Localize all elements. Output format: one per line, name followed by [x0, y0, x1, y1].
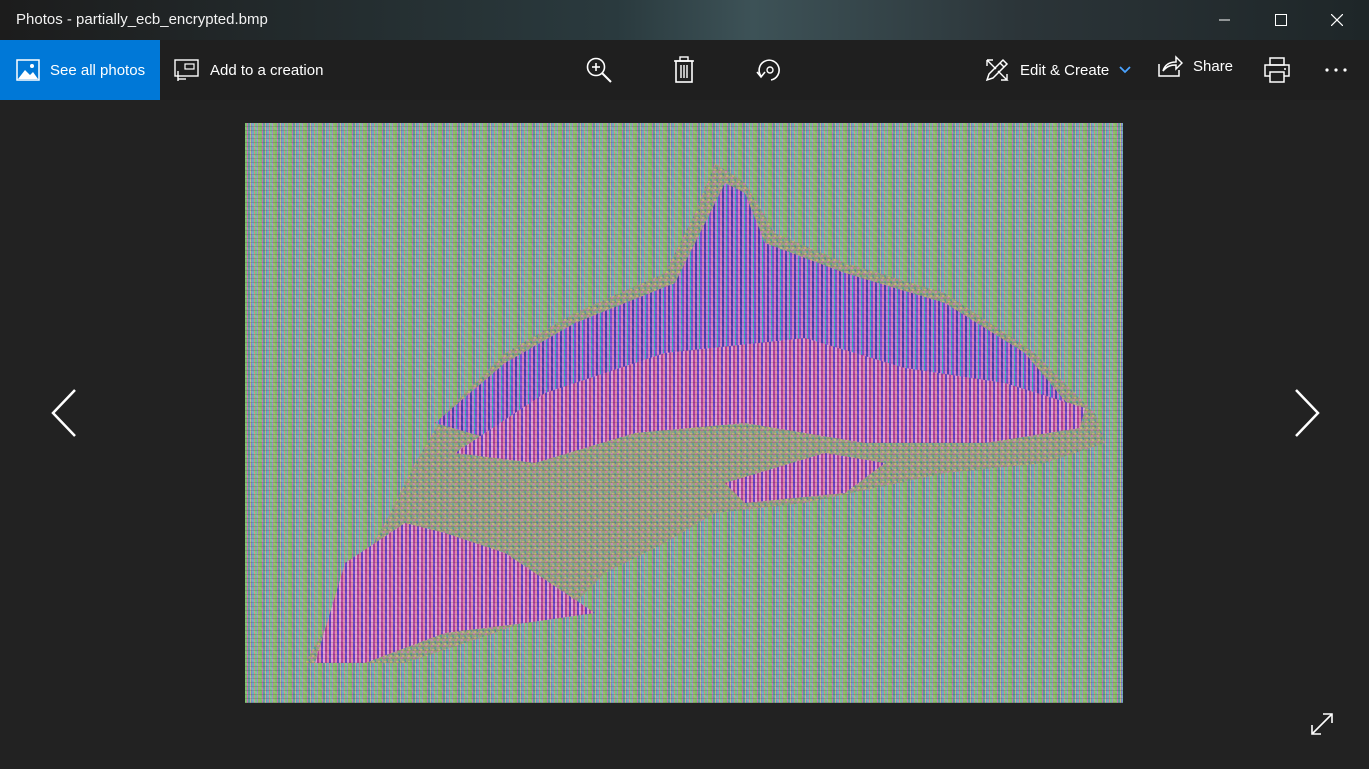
zoom-in-icon: [586, 57, 612, 83]
see-all-photos-button[interactable]: See all photos: [0, 40, 160, 100]
next-photo-button[interactable]: [1287, 383, 1327, 443]
print-icon: [1264, 57, 1290, 83]
displayed-photo: [245, 123, 1123, 703]
rotate-button[interactable]: [751, 52, 787, 88]
window-title: Photos - partially_ecb_encrypted.bmp: [16, 11, 268, 28]
title-bar[interactable]: Photos - partially_ecb_encrypted.bmp: [0, 0, 1369, 40]
maximize-button[interactable]: [1252, 0, 1310, 40]
fullscreen-button[interactable]: [1306, 708, 1338, 740]
chevron-left-icon: [51, 389, 76, 437]
trash-icon: [674, 56, 694, 83]
minimize-button[interactable]: [1196, 0, 1254, 40]
chevron-right-icon: [1295, 389, 1320, 437]
add-to-creation-button[interactable]: Add to a creation: [174, 40, 323, 100]
maximize-icon: [1275, 14, 1287, 26]
edit-create-label: Edit & Create: [1020, 61, 1110, 79]
rotate-icon: [756, 59, 780, 81]
image-viewer[interactable]: [0, 100, 1369, 769]
see-all-photos-label: See all photos: [50, 61, 146, 79]
add-to-creation-label: Add to a creation: [210, 61, 324, 79]
chevron-down-icon: [1119, 66, 1131, 74]
photos-icon: [16, 59, 40, 81]
share-label: Share: [1193, 57, 1234, 75]
close-button[interactable]: [1308, 0, 1366, 40]
more-dots-icon: [1325, 68, 1347, 72]
close-icon: [1331, 14, 1343, 26]
delete-button[interactable]: [666, 52, 702, 88]
print-button[interactable]: [1259, 52, 1295, 88]
previous-photo-button[interactable]: [44, 383, 84, 443]
share-button[interactable]: Share: [1157, 40, 1233, 92]
edit-create-icon: [984, 57, 1010, 83]
zoom-button[interactable]: [581, 52, 617, 88]
more-options-button[interactable]: [1318, 52, 1354, 88]
encrypted-image-shapes: [305, 163, 1105, 663]
expand-icon: [1311, 713, 1333, 735]
add-to-creation-icon: [174, 58, 200, 82]
toolbar: See all photos Add to a creation Edit & …: [0, 40, 1369, 100]
photos-window: Photos - partially_ecb_encrypted.bmp See…: [0, 0, 1369, 769]
edit-create-button[interactable]: Edit & Create: [984, 40, 1131, 100]
minimize-icon: [1219, 19, 1230, 21]
share-icon: [1157, 54, 1183, 78]
